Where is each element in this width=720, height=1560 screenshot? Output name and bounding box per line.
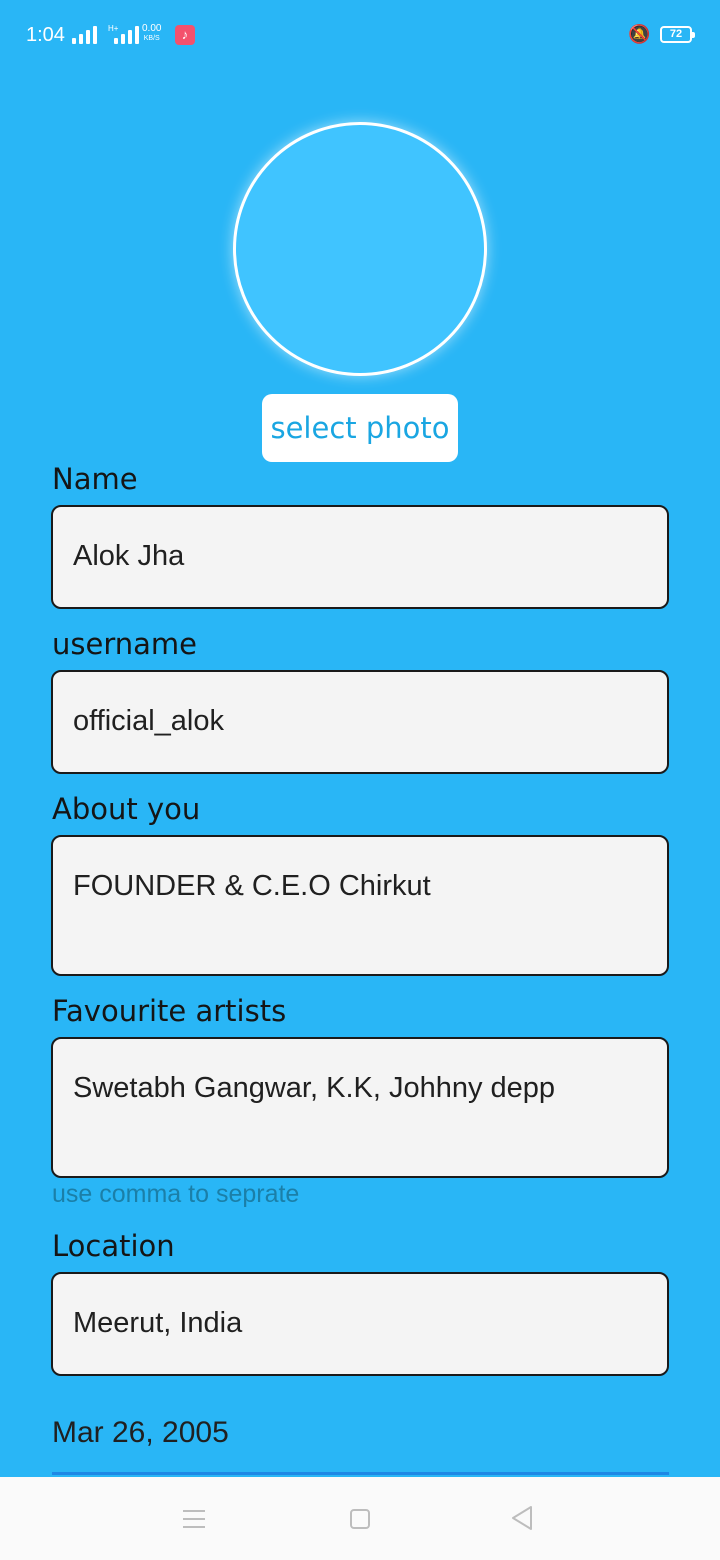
artists-helper-text: use comma to seprate (52, 1180, 300, 1208)
name-label: Name (52, 462, 138, 496)
menu-icon[interactable] (183, 1510, 205, 1534)
signal-icon (114, 26, 139, 44)
name-field[interactable]: Alok Jha (51, 505, 669, 609)
username-field[interactable]: official_alok (51, 670, 669, 774)
artists-label: Favourite artists (52, 994, 287, 1028)
network-speed-value: 0.00 (142, 23, 162, 34)
date-of-birth-field[interactable]: Mar 26, 2005 (52, 1416, 229, 1450)
username-label: username (52, 627, 197, 661)
status-bar: 1:04 H+ 0.00 KB/S ♪ 🔕 72 (0, 0, 720, 70)
battery-level: 72 (669, 28, 683, 40)
vibrate-silent-icon: 🔕 (628, 24, 651, 44)
avatar[interactable] (233, 122, 487, 376)
status-time: 1:04 (26, 24, 65, 46)
select-photo-button[interactable]: select photo (262, 394, 458, 462)
battery-icon: 72 (660, 26, 695, 43)
navigation-bar (0, 1477, 720, 1560)
network-speed-unit: KB/S (143, 35, 160, 42)
location-field[interactable]: Meerut, India (51, 1272, 669, 1376)
music-app-icon: ♪ (175, 25, 195, 45)
artists-field[interactable]: Swetabh Gangwar, K.K, Johhny depp (51, 1037, 669, 1178)
about-field[interactable]: FOUNDER & C.E.O Chirkut (51, 835, 669, 976)
about-label: About you (52, 792, 201, 826)
signal-icon (72, 26, 97, 44)
back-icon[interactable] (510, 1505, 534, 1531)
location-label: Location (52, 1229, 175, 1263)
home-icon[interactable] (350, 1509, 370, 1529)
date-underline (52, 1472, 669, 1475)
network-speed: 0.00 KB/S (142, 24, 161, 44)
